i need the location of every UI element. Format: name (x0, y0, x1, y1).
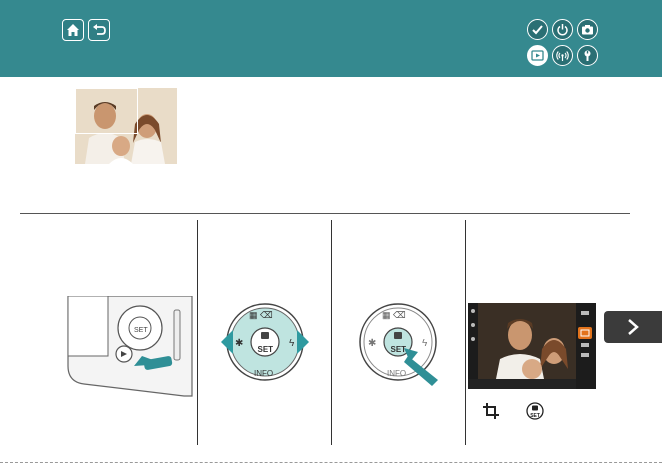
crop-example-photo (75, 88, 177, 164)
svg-text:▦ ⌫: ▦ ⌫ (249, 310, 273, 320)
next-page-icon (628, 319, 639, 335)
svg-text:▦ ⌫: ▦ ⌫ (382, 310, 406, 320)
back-icon (93, 24, 106, 35)
control-dial-left-right-illustration: SET ▦ ⌫ INFO ✱ ϟ (221, 303, 309, 381)
step-divider-3 (465, 220, 466, 445)
step-divider-1 (197, 220, 198, 445)
svg-text:INFO: INFO (387, 369, 406, 378)
category-power[interactable] (552, 19, 573, 40)
wireless-icon (556, 51, 569, 61)
next-page-button[interactable] (604, 311, 662, 343)
playback-icon (531, 50, 544, 61)
svg-text:ϟ: ϟ (422, 338, 428, 349)
checkmark-icon (532, 25, 543, 35)
camera-icon (582, 25, 593, 35)
svg-text:SET: SET (391, 345, 407, 354)
category-wrench[interactable] (577, 45, 598, 66)
svg-text:✱: ✱ (368, 338, 376, 349)
crop-frame (75, 88, 138, 134)
home-icon (67, 24, 79, 36)
step-divider-2 (331, 220, 332, 445)
playback-menu-screen-illustration (468, 303, 596, 389)
camera-playback-button-illustration: SET (67, 296, 193, 397)
control-dial-set-illustration: SET ▦ ⌫ INFO ✱ ϟ (359, 303, 438, 386)
svg-text:✱: ✱ (235, 338, 243, 349)
svg-text:SET: SET (258, 345, 274, 354)
svg-text:INFO: INFO (254, 369, 273, 378)
svg-text:SET: SET (530, 413, 540, 419)
power-icon (557, 24, 568, 36)
category-playback[interactable] (527, 45, 548, 66)
svg-text:ϟ: ϟ (289, 338, 295, 349)
category-wireless[interactable] (552, 45, 573, 66)
set-button-icon: SET (526, 402, 544, 420)
category-checkmark[interactable] (527, 19, 548, 40)
home-button[interactable] (62, 19, 84, 41)
section-divider (20, 213, 630, 214)
header-bar (0, 0, 662, 77)
back-button[interactable] (88, 19, 110, 41)
category-camera[interactable] (577, 19, 598, 40)
crop-icon (483, 403, 499, 419)
svg-text:SET: SET (134, 327, 148, 334)
page-bottom-rule (0, 462, 662, 464)
wrench-icon (584, 50, 591, 61)
